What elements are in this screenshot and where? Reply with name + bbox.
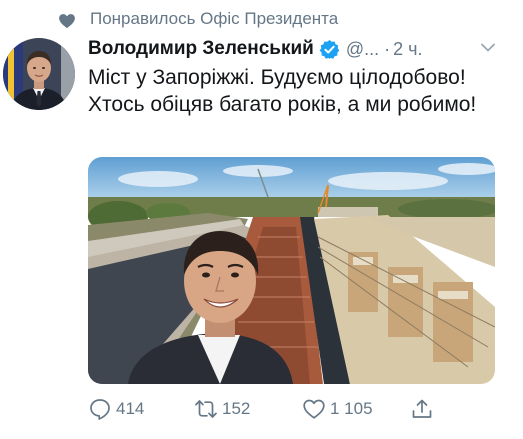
share-button[interactable] [410,397,434,421]
tweet-photo[interactable] [88,157,495,384]
like-count: 1 105 [330,399,373,418]
like-button[interactable]: 1 105 [302,397,373,421]
heart-icon [59,14,75,29]
avatar[interactable] [3,38,75,110]
verified-badge-icon [319,39,340,59]
separator-dot: · [384,38,391,59]
reply-icon [90,399,110,420]
author-handle[interactable]: @... [346,39,379,60]
share-icon [412,399,432,418]
retweet-count: 152 [222,399,251,418]
social-context-text[interactable]: Понравилось Офіс Президента [90,9,338,29]
author-name[interactable]: Володимир Зеленський [88,38,314,60]
reply-button[interactable]: 414 [88,397,144,421]
retweet-button[interactable]: 152 [194,397,250,421]
heart-icon [303,399,325,419]
tweet-header: Володимир Зеленський @... · 2 ч. [88,36,423,62]
retweet-icon [195,400,217,418]
tweet-timestamp[interactable]: 2 ч. [393,39,422,60]
chevron-down-icon[interactable] [480,42,496,54]
reply-count: 414 [116,399,145,418]
tweet-text: Міст у Запоріжжі. Будуємо цілодобово! Хт… [88,66,477,116]
